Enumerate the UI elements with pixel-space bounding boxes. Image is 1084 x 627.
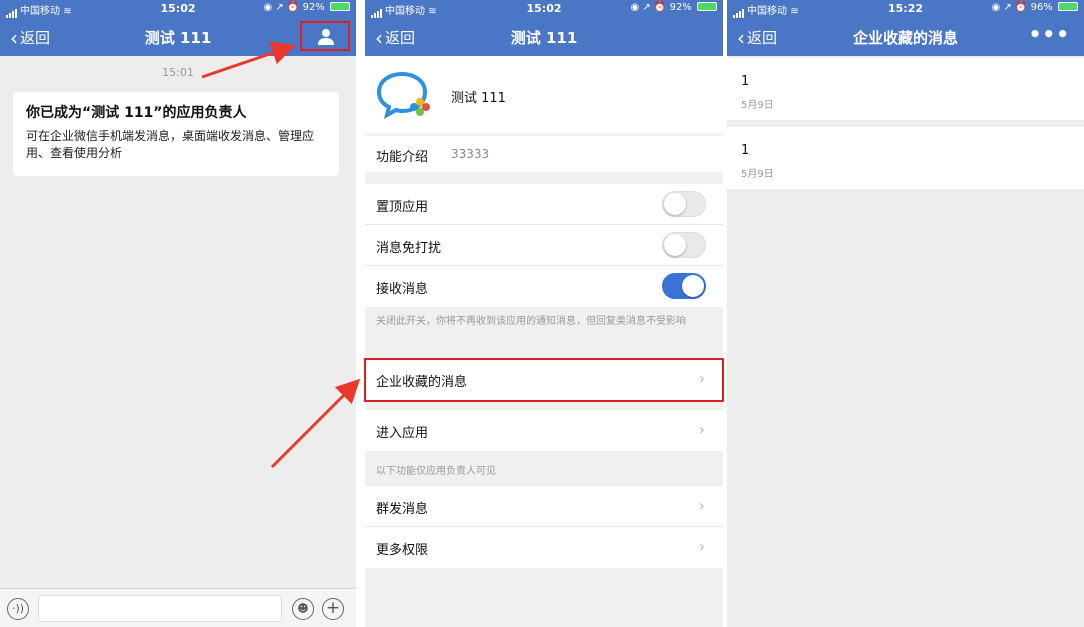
status-icons: ◉ ↗ ⏰ xyxy=(263,2,300,13)
nav-title: 测试 111 xyxy=(510,29,578,47)
owner-group: 群发消息 › 更多权限 › xyxy=(365,486,723,568)
battery-icon xyxy=(1058,2,1078,11)
more-icon[interactable]: ••• xyxy=(1029,22,1070,46)
intro-row: 功能介绍 33333 xyxy=(365,136,723,172)
nav-bar: ‹ 返回 企业收藏的消息 ••• xyxy=(727,18,1084,56)
emoji-icon: ☻ xyxy=(297,602,309,615)
battery-percent: 96% xyxy=(1030,2,1053,13)
intro-label: 功能介绍 xyxy=(376,150,429,165)
list-item[interactable]: 1 5月9日 xyxy=(727,127,1084,189)
input-bar: ·)) ☻ + xyxy=(0,588,356,627)
card-title: 你已成为“测试 111”的应用负责人 xyxy=(26,105,247,121)
broadcast-row[interactable]: 群发消息 › xyxy=(365,486,723,527)
toggle-row-receive: 接收消息 xyxy=(365,266,723,307)
nav-bar: ‹ 返回 测试 111 xyxy=(0,18,356,56)
toggle-note: 关闭此开关，你将不再收到该应用的通知消息，但回复类消息不受影响 xyxy=(376,316,686,327)
pin-app-toggle[interactable] xyxy=(662,191,706,217)
battery-percent: 92% xyxy=(302,2,325,13)
card-body: 可在企业微信手机端发消息，桌面端收发消息、管理应用、查看使用分析 xyxy=(26,129,315,160)
row-label: 进入应用 xyxy=(376,426,429,441)
plus-icon: + xyxy=(325,598,341,618)
enter-app-group: 进入应用 › xyxy=(365,410,723,451)
toggle-knob xyxy=(682,275,704,297)
person-icon xyxy=(318,29,334,45)
message-text: 1 xyxy=(741,74,750,89)
chat-screen: 中国移动 ≋ 15:02 ◉ ↗ ⏰ 92% ‹ 返回 测试 111 15:01 … xyxy=(0,0,356,627)
row-label: 群发消息 xyxy=(376,502,429,517)
battery-icon xyxy=(330,2,350,11)
highlight-box xyxy=(364,358,724,402)
message-input[interactable] xyxy=(38,595,282,622)
chat-timestamp: 15:01 xyxy=(162,66,194,79)
app-logo-icon xyxy=(376,71,430,119)
status-icons: ◉ ↗ ⏰ xyxy=(991,2,1028,13)
settings-group: 置顶应用 消息免打扰 接收消息 xyxy=(365,184,723,307)
toggle-label: 置顶应用 xyxy=(376,200,429,215)
enter-app-row[interactable]: 进入应用 › xyxy=(365,410,723,451)
toggle-knob xyxy=(664,193,686,215)
toggle-label: 接收消息 xyxy=(376,282,429,297)
message-date: 5月9日 xyxy=(741,100,774,111)
plus-button[interactable]: + xyxy=(322,598,344,620)
chevron-right-icon: › xyxy=(698,420,705,439)
message-text: 1 xyxy=(741,143,750,158)
toggle-knob xyxy=(664,234,686,256)
app-name: 测试 111 xyxy=(451,91,506,106)
toggle-row-mute: 消息免打扰 xyxy=(365,225,723,266)
voice-button[interactable]: ·)) xyxy=(7,598,29,620)
mute-toggle[interactable] xyxy=(662,232,706,258)
collected-messages-screen: 中国移动 ≋ 15:22 ◉ ↗ ⏰ 96% ‹ 返回 企业收藏的消息 ••• 1… xyxy=(727,0,1084,627)
toggle-row-pin: 置顶应用 xyxy=(365,184,723,225)
profile-button[interactable] xyxy=(300,21,350,51)
chevron-right-icon: › xyxy=(698,496,705,515)
battery-percent: 92% xyxy=(669,2,692,13)
permissions-row[interactable]: 更多权限 › xyxy=(365,527,723,568)
voice-icon: ·)) xyxy=(11,602,25,615)
emoji-button[interactable]: ☻ xyxy=(292,598,314,620)
status-bar: 中国移动 ≋ 15:02 ◉ ↗ ⏰ 92% xyxy=(365,0,723,18)
app-info: 测试 111 xyxy=(365,56,723,133)
message-card: 你已成为“测试 111”的应用负责人 可在企业微信手机端发消息，桌面端收发消息、… xyxy=(13,92,339,176)
list-item[interactable]: 1 5月9日 xyxy=(727,58,1084,120)
app-detail-screen: 中国移动 ≋ 15:02 ◉ ↗ ⏰ 92% ‹ 返回 测试 111 测试 111… xyxy=(365,0,723,627)
status-bar: 中国移动 ≋ 15:22 ◉ ↗ ⏰ 96% xyxy=(727,0,1084,18)
owner-note: 以下功能仅应用负责人可见 xyxy=(376,466,496,477)
row-label: 更多权限 xyxy=(376,543,429,558)
nav-bar: ‹ 返回 测试 111 xyxy=(365,18,723,56)
intro-value: 33333 xyxy=(451,147,490,161)
toggle-label: 消息免打扰 xyxy=(376,241,442,256)
message-date: 5月9日 xyxy=(741,169,774,180)
chevron-right-icon: › xyxy=(698,537,705,556)
receive-messages-toggle[interactable] xyxy=(662,273,706,299)
battery-icon xyxy=(697,2,717,11)
status-bar: 中国移动 ≋ 15:02 ◉ ↗ ⏰ 92% xyxy=(0,0,356,18)
status-icons: ◉ ↗ ⏰ xyxy=(630,2,667,13)
